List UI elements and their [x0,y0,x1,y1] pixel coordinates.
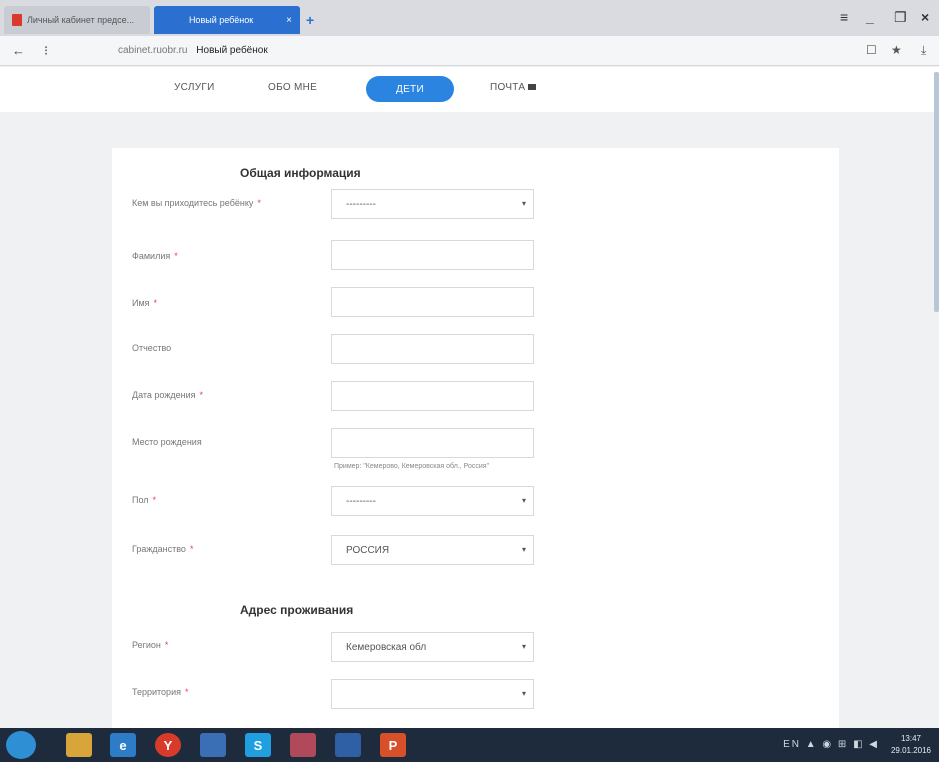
relation-label: Кем вы приходитесь ребёнку * [132,198,261,208]
windows-taskbar: e Y S P EN ▲ ◉ ⊞ ◧ ◀ 13:47 29.01.2016 [0,728,939,762]
birth-place-label: Место рождения [132,437,202,447]
app-icon[interactable] [200,733,226,757]
browser-tab-new-child[interactable]: Новый ребёнок × [154,6,300,34]
clock-time: 13:47 [900,734,921,743]
first-name-input[interactable] [331,287,534,317]
chevron-down-icon: ▾ [521,496,526,505]
mail-icon [528,84,537,91]
relation-select[interactable]: --------- ▾ [331,189,534,219]
required-mark: * [184,687,189,697]
required-mark: * [189,544,194,554]
address-bar: ← ⁝ cabinet.ruobr.ru Новый ребёнок ☐ ★ ⤓ [0,36,939,66]
nav-children[interactable]: ДЕТИ [366,76,454,102]
url-text: cabinet.ruobr.ru [118,45,188,56]
url-page-name: Новый ребёнок [196,45,268,56]
tab-label: Личный кабинет предсе... [27,15,135,25]
required-mark: * [152,495,157,505]
nav-services[interactable]: УСЛУГИ [174,82,215,93]
favorite-star-icon[interactable]: ★ [891,43,902,57]
territory-label: Территория * [132,687,189,697]
start-button-icon[interactable] [6,731,36,759]
required-mark: * [153,298,158,308]
new-tab-button[interactable]: + [306,12,314,28]
birth-date-input[interactable] [331,381,534,411]
browser-tab-cabinet[interactable]: Личный кабинет предсе... [4,6,150,34]
required-mark: * [164,640,169,650]
first-name-label: Имя * [132,298,158,308]
file-explorer-icon[interactable] [66,733,92,757]
chevron-down-icon: ▾ [521,199,526,208]
app-icon[interactable] [290,733,316,757]
taskbar-clock[interactable]: 13:47 29.01.2016 [891,733,931,757]
nav-mail-label: ПОЧТА [490,82,526,93]
birth-place-input[interactable] [331,428,534,458]
required-mark: * [257,198,261,208]
chevron-down-icon: ▾ [521,689,526,698]
site-favicon-icon [12,14,22,26]
site-navigation: УСЛУГИ ОБО МНЕ ДЕТИ ПОЧТА [0,67,939,112]
chevron-down-icon: ▾ [521,545,526,554]
maximize-icon[interactable]: ❐ [894,9,907,26]
region-value: Кемеровская обл [346,641,427,653]
minimize-icon[interactable]: _ [866,9,874,25]
gender-value: --------- [346,495,376,507]
patronymic-label: Отчество [132,343,172,353]
section-title-address: Адрес проживания [240,603,354,617]
yandex-browser-icon[interactable]: Y [155,733,181,757]
birth-date-label: Дата рождения * [132,390,204,400]
section-title-general: Общая информация [240,166,361,180]
clock-date: 29.01.2016 [890,746,931,755]
system-tray[interactable]: EN ▲ ◉ ⊞ ◧ ◀ [783,739,879,750]
relation-value: --------- [346,198,376,210]
browser-menu-icon[interactable]: ≡ [840,9,848,25]
word-icon[interactable] [335,733,361,757]
tab-close-icon[interactable]: × [286,15,292,26]
new-child-form: Общая информация Кем вы приходитесь ребё… [112,148,839,728]
patronymic-input[interactable] [331,334,534,364]
last-name-input[interactable] [331,240,534,270]
gender-label: Пол * [132,495,157,505]
required-mark: * [174,251,178,261]
gender-select[interactable]: --------- ▾ [331,486,534,516]
tab-label: Новый ребёнок [188,15,254,25]
region-select[interactable]: Кемеровская обл ▾ [331,632,534,662]
birth-place-hint: Пример: "Кемерово, Кемеровская обл., Рос… [334,463,490,470]
chevron-down-icon: ▾ [521,642,526,651]
citizenship-select[interactable]: РОССИЯ ▾ [331,535,534,565]
territory-select[interactable]: ▾ [331,679,534,709]
citizenship-value: РОССИЯ [346,544,390,556]
nav-mail[interactable]: ПОЧТА [490,82,537,93]
nav-about-me[interactable]: ОБО МНЕ [268,82,317,93]
last-name-label: Фамилия * [132,251,178,261]
region-label: Регион * [132,640,169,650]
back-arrow-icon[interactable]: ← [12,43,25,58]
citizenship-label: Гражданство * [132,544,194,554]
browser-extension-icon[interactable]: ⁝ [44,43,48,59]
download-icon[interactable]: ⤓ [921,43,926,58]
close-window-icon[interactable]: × [921,9,929,25]
powerpoint-icon[interactable]: P [380,733,406,757]
required-mark: * [199,390,204,400]
url-field[interactable]: cabinet.ruobr.ru Новый ребёнок [118,45,268,56]
bookmark-page-icon[interactable]: ☐ [866,43,877,57]
internet-explorer-icon[interactable]: e [110,733,136,757]
browser-tab-strip: Личный кабинет предсе... Новый ребёнок ×… [0,0,939,36]
skype-icon[interactable]: S [245,733,271,757]
page-scrollbar[interactable] [934,72,939,312]
